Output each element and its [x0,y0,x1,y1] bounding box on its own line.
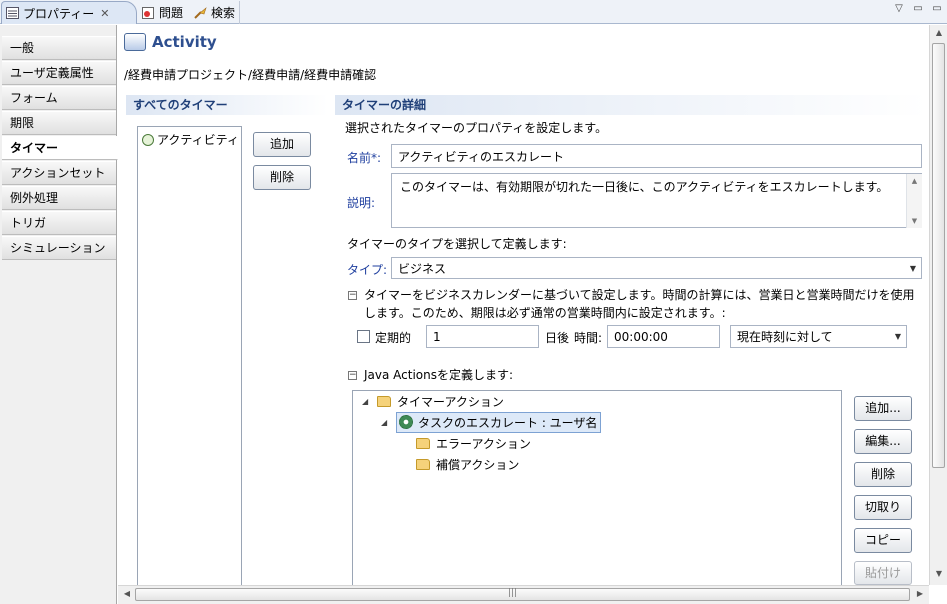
time-label: 時間: [574,331,603,345]
time-input[interactable]: 00:00:00 [607,325,720,348]
page-title: Activity [152,33,217,51]
description-label: 説明: [347,196,376,210]
scroll-down-icon[interactable]: ▼ [932,569,946,578]
delete-timer-button[interactable]: 削除 [253,165,311,190]
view-menu-icon[interactable]: ▽ [893,3,905,15]
tab-properties[interactable]: プロパティー ✕ [1,1,137,24]
maximize-icon[interactable]: ▭ [931,3,943,15]
timer-icon [142,133,154,146]
timer-list-item[interactable]: アクティビティ [142,131,239,148]
timer-list[interactable] [137,126,242,586]
tree-node-label: 補償アクション [436,457,520,472]
paste-button[interactable]: 貼付け [854,561,912,585]
copy-button[interactable]: コピー [854,528,912,553]
tab-problems[interactable]: 問題 [138,1,188,24]
nav-item-general[interactable]: 一般 [2,36,116,60]
business-description-line2: します。このため、期限は必ず通常の営業時間内に設定されます。: [364,306,726,320]
expand-icon[interactable]: ◢ [381,418,390,427]
edit-action-button[interactable]: 編集... [854,429,912,454]
days-after-label: 日後 [545,331,570,345]
activity-icon [124,33,146,51]
timer-details-header: タイマーの詳細 [335,95,927,115]
problems-icon [142,6,155,19]
days-input[interactable]: 1 [426,325,539,348]
tab-search-label: 検索 [211,6,236,20]
type-label: タイプ: [347,263,388,277]
description-scrollbar[interactable]: ▲ ▼ [906,174,922,228]
nav-item-timer[interactable]: タイマー [2,136,118,160]
vertical-scroll-thumb[interactable] [932,43,945,468]
properties-icon [6,7,19,19]
tree-node-task-escalation[interactable]: ◢ タスクのエスカレート : ユーザ名 [381,411,602,433]
details-intro: 選択されたタイマーのプロパティを設定します。 [345,121,608,135]
type-select-value: ビジネス [398,261,447,276]
vertical-scrollbar[interactable]: ▲ ▼ [929,25,947,585]
tab-properties-label: プロパティー [23,6,95,21]
tree-node-label: エラーアクション [436,436,531,451]
breadcrumb: /経費申請プロジェクト/経費申請/経費申請確認 [124,68,377,82]
nav-item-deadline[interactable]: 期限 [2,111,116,135]
folder-open-icon [416,458,430,470]
close-icon[interactable]: ✕ [100,7,109,20]
periodic-checkbox[interactable] [357,330,370,343]
gear-icon [399,415,413,429]
search-icon [194,6,207,19]
chevron-down-icon: ▼ [909,263,917,273]
relative-to-select[interactable]: 現在時刻に対して ▼ [730,325,907,348]
nav-item-user-attrs[interactable]: ユーザ定義属性 [2,61,116,85]
nav-item-exceptions[interactable]: 例外処理 [2,186,116,210]
tab-search[interactable]: 検索 [190,1,240,24]
type-select[interactable]: ビジネス ▼ [391,257,922,279]
nav-item-simulation[interactable]: シミュレーション [2,236,116,260]
folder-open-icon [416,437,430,449]
horizontal-scrollbar[interactable]: ◀ ||| ▶ [118,585,929,604]
tree-node-timer-actions[interactable]: ◢ タイマーアクション [362,391,504,411]
collapse-business-icon[interactable]: − [348,291,357,300]
nav-item-action-set[interactable]: アクションセット [2,161,116,185]
nav-item-triggers[interactable]: トリガ [2,211,116,235]
type-intro: タイマーのタイプを選択して定義します: [347,237,567,251]
folder-open-icon [377,395,391,407]
relative-to-value: 現在時刻に対して [737,330,833,344]
description-text: このタイマーは、有効期限が切れた一日後に、このアクティビティをエスカレートします… [400,180,889,194]
horizontal-scroll-thumb[interactable] [135,588,910,601]
description-textarea[interactable]: このタイマーは、有効期限が切れた一日後に、このアクティビティをエスカレートします… [391,173,922,228]
name-label: 名前*: [347,151,382,165]
nav-item-form[interactable]: フォーム [2,86,116,110]
expand-icon[interactable]: ◢ [362,397,371,406]
scroll-left-icon[interactable]: ◀ [120,589,134,598]
cut-button[interactable]: 切取り [854,495,912,520]
timer-item-label: アクティビティ [157,133,239,147]
add-timer-button[interactable]: 追加 [253,132,311,157]
tree-node-label: タスクのエスカレート : ユーザ名 [418,415,598,430]
all-timers-header: すべてのタイマー [126,95,328,115]
scroll-up-icon[interactable]: ▲ [907,174,922,188]
add-action-button[interactable]: 追加... [854,396,912,421]
delete-action-button[interactable]: 削除 [854,462,912,487]
chevron-down-icon: ▼ [894,332,902,341]
periodic-label: 定期的 [375,331,412,345]
minimize-icon[interactable]: ▭ [912,3,924,15]
scroll-up-icon[interactable]: ▲ [932,28,946,37]
scroll-grip-icon: ||| [508,588,518,598]
collapse-java-icon[interactable]: − [348,371,357,380]
scroll-down-icon[interactable]: ▼ [907,214,922,228]
tree-node-label: タイマーアクション [397,394,504,409]
business-description-line1: タイマーをビジネスカレンダーに基づいて設定します。時間の計算には、営業日と営業時… [364,288,915,302]
tree-node-error-action[interactable]: エラーアクション [416,433,531,453]
tab-problems-label: 問題 [159,6,184,20]
tree-node-compensation-action[interactable]: 補償アクション [416,454,519,474]
tree-selection[interactable]: タスクのエスカレート : ユーザ名 [396,411,602,433]
scroll-right-icon[interactable]: ▶ [913,589,927,598]
name-input[interactable]: アクティビティのエスカレート [391,144,922,168]
java-actions-header: Java Actionsを定義します: [364,368,514,382]
property-sections-nav: 一般 ユーザ定義属性 フォーム 期限 タイマー アクションセット 例外処理 トリ… [0,25,118,604]
